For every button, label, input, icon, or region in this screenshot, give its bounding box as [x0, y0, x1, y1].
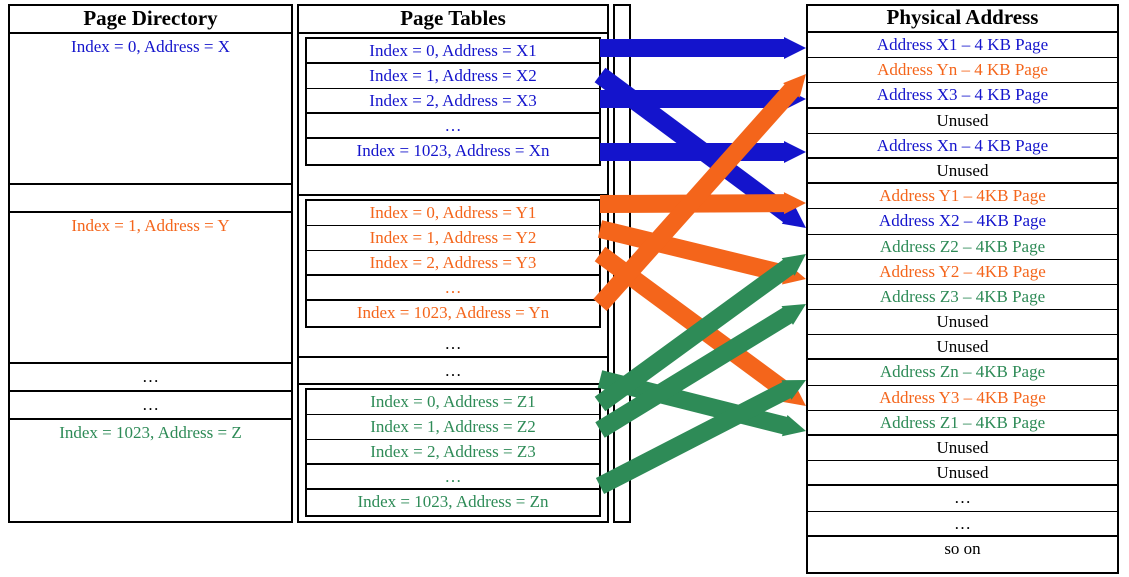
- physical-address-row: Address Y2 – 4KB Page: [808, 260, 1117, 285]
- page-directory-title: Page Directory: [10, 6, 291, 34]
- physical-address-row: Address Zn – 4KB Page: [808, 360, 1117, 386]
- entry-label: …: [142, 395, 159, 414]
- page-table-entry: Index = 2, Address = Z3: [307, 440, 599, 465]
- page-table-entry: Index = 1023, Address = Yn: [356, 303, 550, 322]
- physical-address-row: Address Xn – 4 KB Page: [808, 134, 1117, 159]
- physical-address-row: Unused: [808, 159, 1117, 185]
- page-table-entry: Index = 0, Address = Y1: [307, 201, 599, 226]
- physical-address-row: so on: [944, 538, 981, 558]
- page-table-entry: Index = 1, Address = X2: [307, 64, 599, 89]
- physical-address-row: …: [808, 486, 1117, 512]
- physical-address-row: Address X3 – 4 KB Page: [808, 83, 1117, 109]
- physical-address-row: Unused: [808, 461, 1117, 487]
- page-directory-entry: …: [10, 364, 291, 392]
- physical-address-row: Address Y1 – 4KB Page: [808, 184, 1117, 210]
- physical-address-row: Address Z2 – 4KB Page: [808, 235, 1117, 260]
- page-table-entry: Index = 1023, Address = Zn: [357, 492, 549, 511]
- physical-address-row: Unused: [808, 335, 1117, 361]
- page-table-entry: Index = 1, Address = Y2: [307, 226, 599, 251]
- physical-address-table: Physical Address Address X1 – 4 KB Page A…: [806, 4, 1119, 574]
- page-table-entry: Index = 2, Address = Y3: [307, 251, 599, 276]
- page-table-ellipsis: …: [307, 276, 599, 301]
- physical-address-row: Address Yn – 4 KB Page: [808, 58, 1117, 84]
- diagram-canvas: Page Directory Index = 0, Address = X In…: [0, 0, 1129, 577]
- page-table-group-z: Index = 0, Address = Z1 Index = 1, Addre…: [305, 388, 601, 517]
- entry-label: Index = 0, Address = X: [71, 37, 230, 56]
- page-table-ellipsis: …: [307, 114, 599, 139]
- page-tables-table: Page Tables Index = 0, Address = X1 Inde…: [297, 4, 609, 523]
- page-tables-ellipsis-1: …: [299, 331, 607, 358]
- page-directory-entry: …: [10, 392, 291, 420]
- page-directory-entry: Index = 1, Address = Y: [10, 213, 291, 364]
- entry-label: Index = 1023, Address = Z: [59, 423, 242, 442]
- physical-address-row: Address X2 – 4KB Page: [808, 209, 1117, 235]
- physical-address-row: Address Y3 – 4KB Page: [808, 386, 1117, 411]
- physical-address-row: Address Z3 – 4KB Page: [808, 285, 1117, 311]
- physical-address-title: Physical Address: [808, 6, 1117, 33]
- page-table-entry: Index = 0, Address = X1: [307, 39, 599, 64]
- physical-address-row: Address Z1 – 4KB Page: [808, 411, 1117, 436]
- page-table-ellipsis: …: [307, 465, 599, 490]
- page-tables-gap: [299, 169, 607, 196]
- page-table-entry: Index = 1023, Address = Xn: [356, 141, 550, 160]
- page-tables-title: Page Tables: [299, 6, 607, 34]
- entry-label: Index = 1, Address = Y: [71, 216, 230, 235]
- physical-address-row: Address X1 – 4 KB Page: [808, 33, 1117, 59]
- page-tables-ellipsis-2: …: [299, 358, 607, 385]
- physical-address-row: Unused: [808, 436, 1117, 462]
- entry-label: …: [142, 367, 159, 386]
- page-table-entry: Index = 0, Address = Z1: [307, 390, 599, 415]
- page-directory-table: Page Directory Index = 0, Address = X In…: [8, 4, 293, 523]
- physical-address-row: …: [808, 512, 1117, 537]
- physical-address-row: Unused: [808, 310, 1117, 336]
- page-table-group-x: Index = 0, Address = X1 Index = 1, Addre…: [305, 37, 601, 166]
- page-directory-entry: Index = 1023, Address = Z: [10, 420, 291, 443]
- page-directory-entry: [10, 185, 291, 213]
- page-directory-entry: Index = 0, Address = X: [10, 34, 291, 185]
- physical-address-rows: Address X1 – 4 KB Page Address Yn – 4 KB …: [808, 33, 1117, 562]
- connector-lane: [613, 4, 631, 523]
- page-table-group-y: Index = 0, Address = Y1 Index = 1, Addre…: [305, 199, 601, 328]
- page-table-entry: Index = 2, Address = X3: [307, 89, 599, 114]
- physical-address-row: Unused: [808, 109, 1117, 134]
- page-table-entry: Index = 1, Address = Z2: [307, 415, 599, 440]
